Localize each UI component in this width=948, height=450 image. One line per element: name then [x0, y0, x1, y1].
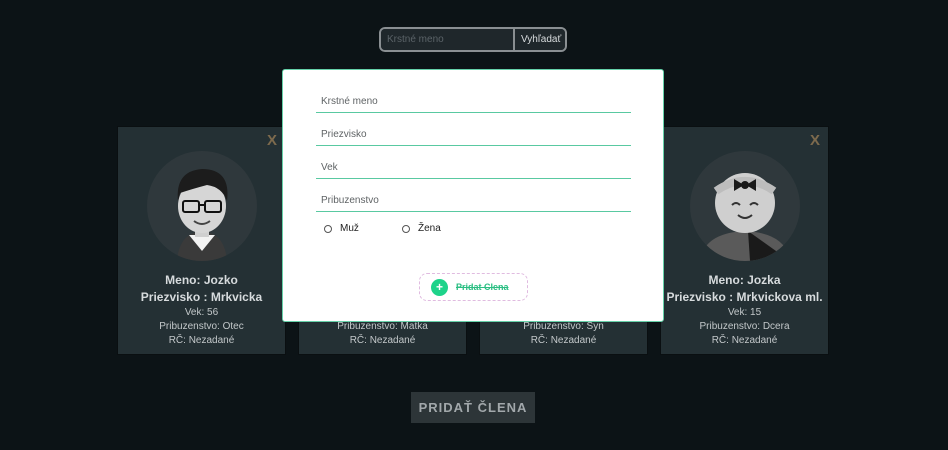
card-rc: RČ: Nezadané [168, 335, 235, 346]
surname-input[interactable] [316, 124, 631, 145]
surname-field [316, 124, 631, 146]
avatar [147, 151, 257, 261]
first-name-input[interactable] [316, 91, 631, 112]
gender-female-label: Žena [418, 223, 441, 234]
card-relation: Pribuzenstvo: Dcera [699, 321, 790, 332]
card-age: Vek: 56 [184, 307, 219, 318]
gender-female-radio[interactable]: Žena [402, 223, 441, 234]
plus-icon: + [431, 278, 448, 296]
search-input[interactable] [381, 29, 513, 50]
age-input[interactable] [316, 157, 631, 178]
search-bar: Vyhľadať [379, 27, 567, 52]
card-rc: RČ: Nezadané [711, 335, 778, 346]
first-name-field [316, 91, 631, 113]
card-relation: Pribuzenstvo: Syn [523, 321, 604, 332]
add-member-modal: Muž Žena + Pridat Clena [282, 69, 664, 322]
radio-icon [402, 224, 410, 233]
card-rc: RČ: Nezadané [349, 335, 416, 346]
man-glasses-icon [177, 169, 228, 261]
baby-girl-bow-icon [700, 173, 790, 261]
card-relation: Pribuzenstvo: Matka [337, 321, 428, 332]
card-relation: Pribuzenstvo: Otec [159, 321, 244, 332]
relation-input[interactable] [316, 190, 631, 211]
card-name: Meno: Jozko [165, 273, 238, 287]
add-member-button[interactable]: + Pridat Clena [419, 273, 528, 301]
card-surname: Priezvisko : Mrkvickova ml. [666, 290, 823, 304]
close-icon[interactable]: X [810, 132, 820, 149]
member-card: X Meno: Jozka Priezvisko : Mrkvickova ml… [660, 126, 829, 355]
member-card: X Meno: Jozko Priezvisko : Mrkvicka Vek:… [117, 126, 286, 355]
close-icon[interactable]: X [267, 132, 277, 149]
card-rc: RČ: Nezadané [530, 335, 597, 346]
radio-icon [324, 224, 332, 233]
search-button[interactable]: Vyhľadať [513, 29, 565, 50]
add-member-label: Pridat Clena [456, 282, 509, 292]
relation-field [316, 190, 631, 212]
gender-male-label: Muž [340, 223, 359, 234]
card-surname: Priezvisko : Mrkvicka [140, 290, 263, 304]
card-name: Meno: Jozka [708, 273, 781, 287]
age-field [316, 157, 631, 179]
avatar [690, 151, 800, 261]
card-age: Vek: 15 [727, 307, 762, 318]
add-member-main-button[interactable]: PRIDAŤ ČLENA [411, 392, 535, 423]
gender-male-radio[interactable]: Muž [324, 223, 359, 234]
